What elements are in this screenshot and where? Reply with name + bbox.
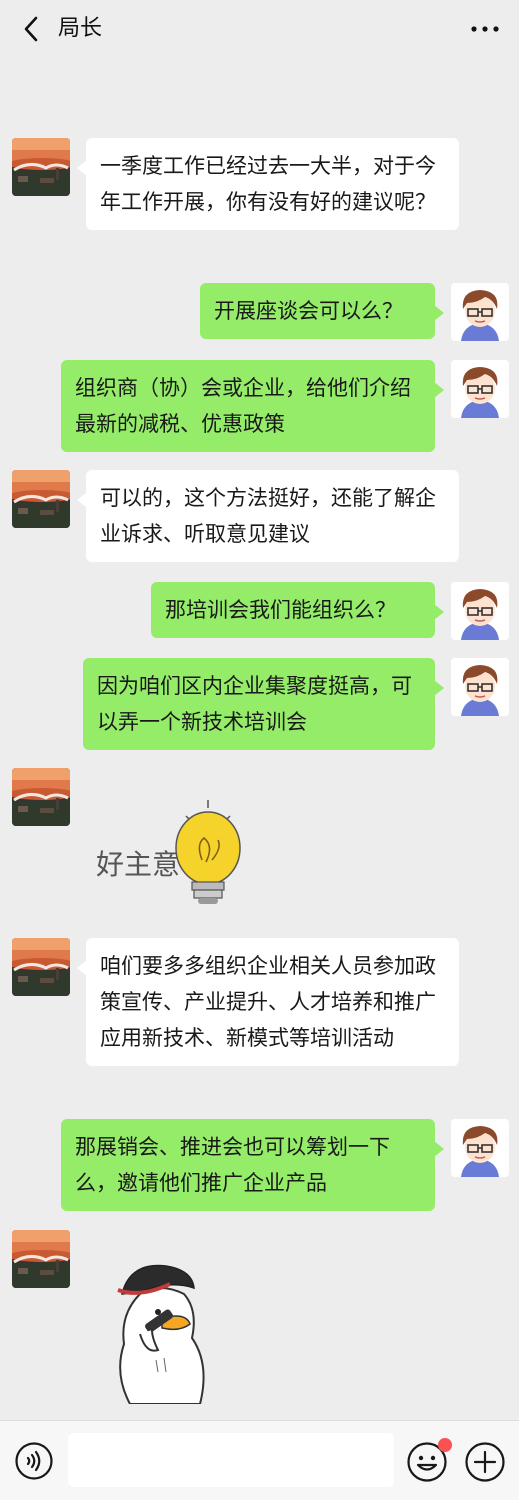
contact-avatar[interactable] [12,768,70,826]
outgoing-message-bubble[interactable]: 因为咱们区内企业集聚度挺高，可以弄一个新技术培训会 [83,658,444,750]
incoming-message-bubble[interactable]: 可以的，这个方法挺好，还能了解企业诉求、听取意见建议 [77,470,459,562]
more-dots-icon [471,26,499,32]
my-avatar[interactable] [451,360,509,418]
back-button[interactable] [14,12,48,46]
message-input[interactable] [68,1433,394,1487]
contact-avatar[interactable] [12,138,70,196]
my-avatar[interactable] [451,283,509,341]
chevron-left-icon [24,16,38,42]
more-functions-button[interactable] [464,1441,506,1483]
lightbulb-sticker[interactable]: 好主意 [92,794,262,909]
outgoing-message-bubble[interactable]: 那培训会我们能组织么？ [151,582,444,638]
my-avatar[interactable] [451,1119,509,1177]
sticker-caption: 好主意 [96,848,180,881]
chat-title: 局长 [58,16,103,41]
contact-avatar[interactable] [12,1230,70,1288]
my-avatar[interactable] [451,582,509,640]
outgoing-message-bubble[interactable]: 组织商（协）会或企业，给他们介绍最新的减税、优惠政策 [61,360,444,452]
contact-avatar[interactable] [12,938,70,996]
contact-avatar[interactable] [12,470,70,528]
duck-phone-sticker[interactable] [100,1254,220,1405]
voice-icon [15,1442,53,1480]
outgoing-message-bubble[interactable]: 开展座谈会可以么？ [200,283,444,339]
my-avatar[interactable] [451,658,509,716]
incoming-message-bubble[interactable]: 一季度工作已经过去一大半，对于今年工作开展，你有没有好的建议呢？ [77,138,459,230]
chat-header: 局长 [0,0,519,58]
voice-button[interactable] [14,1441,54,1481]
more-button[interactable] [465,14,505,44]
input-bar [0,1420,519,1500]
notification-dot [438,1438,452,1452]
plus-icon [465,1442,505,1482]
outgoing-message-bubble[interactable]: 那展销会、推进会也可以筹划一下么，邀请他们推广企业产品 [61,1119,444,1211]
incoming-message-bubble[interactable]: 咱们要多多组织企业相关人员参加政策宣传、产业提升、人才培养和推广应用新技术、新模… [77,938,459,1066]
